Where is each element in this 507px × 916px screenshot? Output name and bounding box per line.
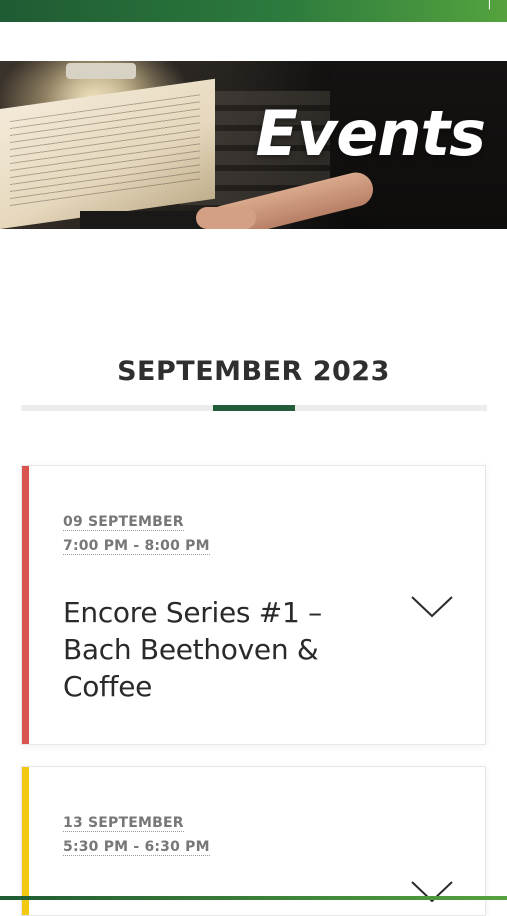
month-heading: SEPTEMBER 2023	[117, 356, 390, 387]
chevron-down-icon[interactable]	[409, 879, 455, 905]
event-card[interactable]: 09 SEPTEMBER 7:00 PM - 8:00 PM Encore Se…	[21, 465, 486, 745]
music-stand-lamp	[66, 63, 136, 79]
pianist-hand	[196, 207, 256, 229]
month-divider-accent	[213, 405, 295, 411]
event-time: 5:30 PM - 6:30 PM	[63, 839, 210, 856]
event-card-stripe	[22, 466, 29, 744]
top-navigation-bar: |	[0, 0, 507, 22]
month-divider	[21, 405, 487, 411]
event-date: 13 SEPTEMBER	[63, 815, 184, 832]
event-card-stripe	[22, 767, 29, 915]
chevron-down-icon[interactable]	[409, 594, 455, 620]
event-title[interactable]: Encore Series #1 – Bach Beethoven & Coff…	[63, 594, 383, 705]
menu-corner-icon[interactable]: |	[488, 0, 491, 10]
page-title: Events	[255, 97, 486, 170]
event-time: 7:00 PM - 8:00 PM	[63, 538, 210, 555]
events-hero-banner: Events	[0, 61, 507, 229]
event-date: 09 SEPTEMBER	[63, 514, 184, 531]
bottom-bar	[0, 896, 507, 900]
event-card[interactable]: 13 SEPTEMBER 5:30 PM - 6:30 PM	[21, 766, 486, 916]
